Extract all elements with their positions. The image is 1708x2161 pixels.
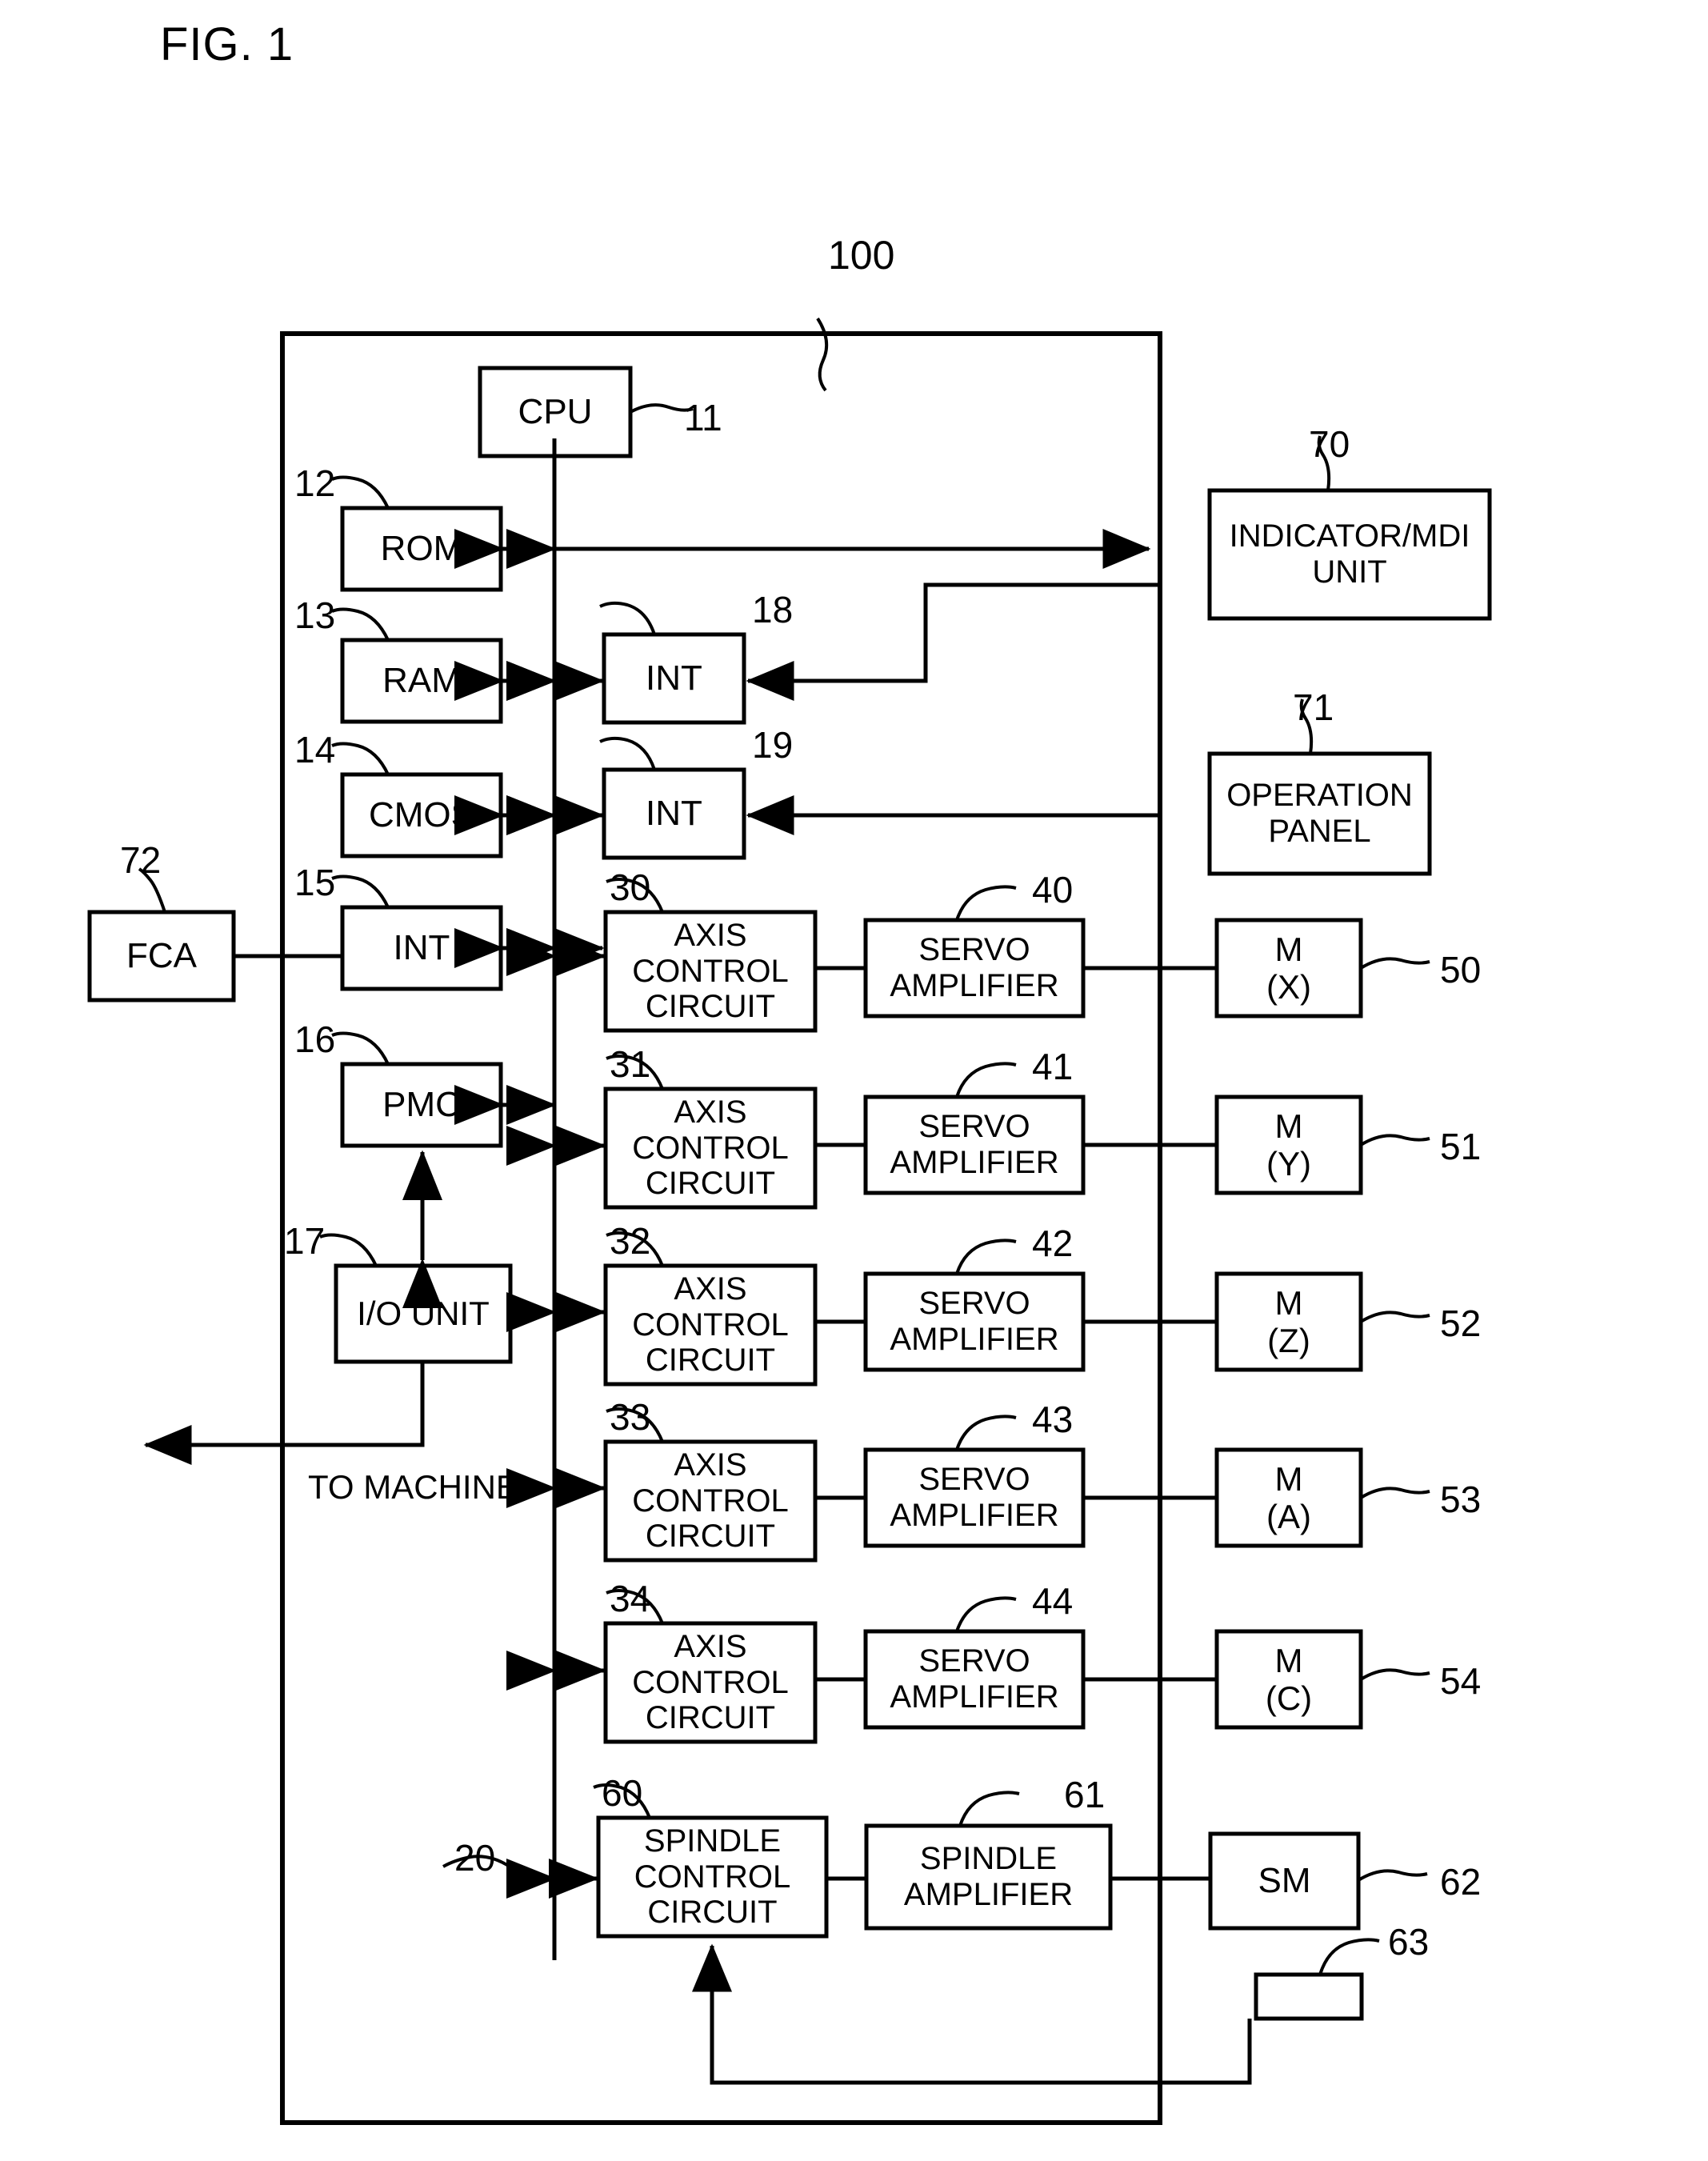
to-machine-label: TO MACHINE — [308, 1468, 518, 1506]
ref-number-31: 31 — [610, 1043, 651, 1085]
ref-number-44: 44 — [1032, 1580, 1074, 1622]
ref-number-16: 16 — [294, 1018, 336, 1060]
ram-box-outline — [340, 638, 503, 724]
ref-leader-53 — [1359, 1487, 1430, 1499]
ref-leader-14 — [331, 742, 390, 775]
ref-number-32: 32 — [610, 1220, 651, 1262]
ref-leader-54 — [1359, 1668, 1430, 1681]
ref-leader-41 — [955, 1062, 1017, 1098]
ref-number-11: 11 — [684, 397, 722, 438]
int19-box-outline — [602, 767, 746, 860]
servo-amplifier-box-outline — [863, 1095, 1086, 1195]
motor-box-outline — [1214, 1447, 1363, 1548]
servo-amplifier-box-outline — [863, 1271, 1086, 1372]
ref-leader-43 — [955, 1415, 1017, 1451]
ref-number-15: 15 — [294, 862, 336, 903]
spindle-motor-box-outline — [1208, 1831, 1361, 1931]
ref-number-14: 14 — [294, 729, 336, 770]
indicator-mdi-box-outline — [1207, 488, 1492, 621]
servo-amplifier-box-outline — [863, 1447, 1086, 1548]
ref-leader-62 — [1357, 1869, 1428, 1882]
ref-number-71: 71 — [1293, 686, 1334, 728]
ref-number-53: 53 — [1440, 1479, 1482, 1520]
spindle-control-circuit-box-outline — [596, 1815, 829, 1939]
servo-amplifier-box-outline — [863, 1629, 1086, 1730]
ref-leader-50 — [1359, 957, 1430, 970]
figure-canvas: FIG. 1 100 20 TO MACHINE CPU 11 ROM 12 R… — [0, 0, 1708, 2161]
ref-leader-12 — [331, 475, 390, 509]
motor-box-outline — [1214, 918, 1363, 1018]
spindle-amplifier-box-outline — [864, 1823, 1113, 1931]
axis-control-circuit-box-outline — [603, 1263, 818, 1387]
ref-number-60: 60 — [602, 1772, 643, 1814]
ref-number-52: 52 — [1440, 1303, 1482, 1344]
axis-control-circuit-box-outline — [603, 1621, 818, 1744]
ref-leader-42 — [955, 1239, 1017, 1275]
ref-leader-19 — [599, 736, 656, 770]
motor-box-outline — [1214, 1095, 1363, 1195]
axis-control-circuit-box-outline — [603, 1439, 818, 1563]
motor-box-outline — [1214, 1271, 1363, 1372]
indicator-to-int18-arrow — [746, 582, 1160, 701]
ref-number-20: 20 — [454, 1837, 496, 1879]
cmos-box-outline — [340, 772, 503, 858]
ref-number-19: 19 — [752, 724, 794, 766]
ref-number-54: 54 — [1440, 1660, 1482, 1702]
ref-leader-15 — [331, 874, 390, 908]
ref-leader-40 — [955, 885, 1017, 921]
fca-box-outline — [87, 910, 236, 1002]
ref-leader-63 — [1318, 1938, 1380, 1975]
ref-number-42: 42 — [1032, 1223, 1074, 1264]
ref-leader-51 — [1359, 1134, 1430, 1147]
ref-leader-52 — [1359, 1311, 1430, 1323]
ref-number-62: 62 — [1440, 1861, 1482, 1903]
ref-number-51: 51 — [1440, 1126, 1482, 1167]
motor-box-outline — [1214, 1629, 1363, 1730]
ref-number-33: 33 — [610, 1396, 651, 1438]
ref-number-40: 40 — [1032, 869, 1074, 910]
ref-number-43: 43 — [1032, 1399, 1074, 1440]
rom-box-outline — [340, 506, 503, 592]
ref-number-12: 12 — [294, 462, 336, 504]
operation-panel-box-outline — [1207, 751, 1432, 876]
int15-box-outline — [340, 905, 503, 991]
axis-control-circuit-box-outline — [603, 1087, 818, 1210]
ref-number-61: 61 — [1064, 1774, 1106, 1815]
controller-enclosure-outline — [280, 331, 1162, 2125]
position-coder-feedback-arrow — [692, 1943, 1252, 2085]
ref-leader-13 — [331, 607, 390, 641]
diagram-vector-layer — [87, 317, 1492, 2125]
ref-leader-100 — [816, 317, 829, 392]
ref-number-18: 18 — [752, 589, 794, 630]
ref-number-13: 13 — [294, 594, 336, 636]
ref-number-17: 17 — [284, 1220, 326, 1262]
ref-number-72: 72 — [120, 839, 162, 881]
ref-leader-16 — [331, 1031, 390, 1065]
ref-number-63: 63 — [1388, 1921, 1430, 1963]
ref-number-100: 100 — [828, 233, 895, 278]
ref-number-70: 70 — [1309, 423, 1350, 465]
ref-number-41: 41 — [1032, 1046, 1074, 1087]
position-coder-box-outline — [1254, 1972, 1364, 2021]
io-unit-box-outline — [334, 1263, 513, 1364]
pmc-box-outline — [340, 1062, 503, 1148]
servo-amplifier-box-outline — [863, 918, 1086, 1018]
ref-number-34: 34 — [610, 1578, 651, 1619]
ref-leader-17 — [319, 1233, 378, 1267]
ref-leader-44 — [955, 1596, 1017, 1632]
int18-box-outline — [602, 632, 746, 725]
ref-leader-18 — [599, 601, 656, 635]
axis-control-circuit-box-outline — [603, 910, 818, 1033]
ref-leader-61 — [958, 1791, 1020, 1827]
ref-number-30: 30 — [610, 866, 651, 908]
ref-number-50: 50 — [1440, 949, 1482, 990]
